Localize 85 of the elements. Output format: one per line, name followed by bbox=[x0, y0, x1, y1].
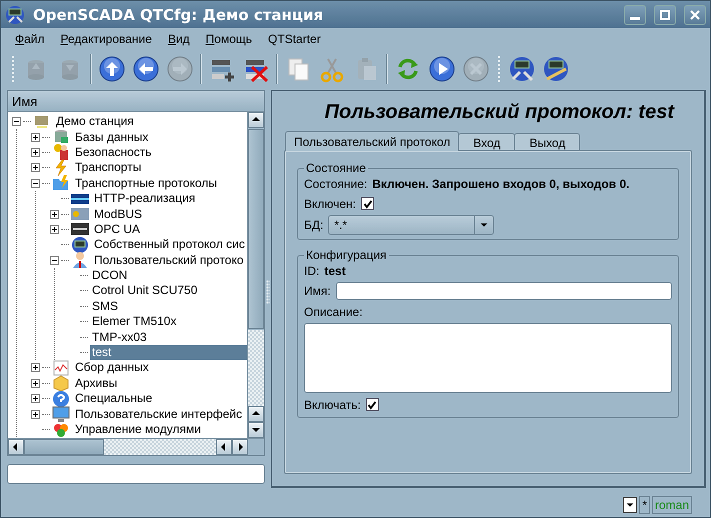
dropdown[interactable]: *.* bbox=[328, 215, 494, 235]
id-value: test bbox=[324, 264, 346, 278]
text-area[interactable] bbox=[304, 323, 672, 393]
tree-item[interactable]: SMS bbox=[90, 298, 247, 314]
expand-icon[interactable] bbox=[31, 363, 40, 372]
expand-icon[interactable] bbox=[50, 224, 59, 234]
checkbox[interactable] bbox=[366, 398, 379, 411]
tree-item[interactable]: Специальные bbox=[73, 391, 247, 406]
page-title: Пользовательский протокол: test bbox=[324, 100, 676, 125]
tree-item[interactable]: ModBUS bbox=[92, 206, 247, 222]
status-value: Включен. Запрошено входов 0, выходов 0. bbox=[372, 176, 630, 190]
input-field[interactable] bbox=[336, 282, 672, 300]
tree-item[interactable]: Elemer TM510x bbox=[90, 314, 247, 330]
collapse-icon[interactable] bbox=[31, 178, 40, 188]
tree-item[interactable]: Безопасность bbox=[73, 144, 247, 160]
collapse-icon[interactable] bbox=[50, 256, 59, 265]
tree-item[interactable]: Архивы bbox=[73, 376, 247, 391]
collapse-icon[interactable] bbox=[12, 117, 21, 126]
monitor-icon bbox=[508, 55, 536, 83]
minimize-icon bbox=[630, 17, 640, 20]
tree-node-icon bbox=[71, 236, 89, 254]
vertical-scrollbar[interactable] bbox=[247, 112, 264, 438]
tree-item[interactable]: Транспорты bbox=[73, 160, 247, 176]
tree-item[interactable]: Cotrol Unit SCU750 bbox=[90, 283, 247, 298]
group-title: Состояние bbox=[305, 161, 367, 175]
maximize-button[interactable] bbox=[654, 4, 676, 24]
field-label: ID: bbox=[304, 264, 320, 278]
play-icon bbox=[428, 55, 456, 83]
field-label: БД: bbox=[304, 218, 324, 232]
monitor-icon bbox=[542, 55, 570, 83]
tree-node-icon bbox=[71, 251, 89, 270]
tree-item[interactable]: OPC UA bbox=[92, 222, 247, 237]
tree-item[interactable]: Транспортные протоколы bbox=[73, 176, 247, 191]
field-label: Включен: bbox=[304, 196, 356, 210]
maximize-icon bbox=[659, 8, 671, 20]
tab[interactable]: Выход bbox=[514, 133, 580, 150]
tree-node-icon bbox=[52, 358, 70, 377]
field-label: Состояние: bbox=[304, 176, 368, 190]
expand-icon[interactable] bbox=[31, 148, 40, 157]
expand-icon[interactable] bbox=[31, 163, 40, 172]
checkbox[interactable] bbox=[361, 197, 374, 210]
modified-indicator: * bbox=[639, 496, 650, 514]
stop-icon bbox=[462, 55, 490, 83]
horizontal-scrollbar[interactable] bbox=[8, 438, 264, 455]
tree-item[interactable]: Собственный протокол сис bbox=[92, 237, 247, 252]
tree-node-icon bbox=[52, 174, 70, 192]
field-label: Имя: bbox=[304, 284, 331, 298]
tree-item[interactable]: Пользовательский протоко bbox=[92, 252, 247, 268]
tree-node-icon bbox=[52, 405, 70, 424]
menu-item[interactable]: Вид bbox=[160, 30, 198, 48]
menu-item[interactable]: Помощь bbox=[198, 30, 260, 48]
tree-node-icon bbox=[52, 143, 70, 162]
tree-item[interactable]: TMP-xx03 bbox=[90, 330, 247, 345]
input-field[interactable] bbox=[7, 464, 265, 484]
expand-icon[interactable] bbox=[31, 410, 40, 419]
app-icon bbox=[5, 4, 25, 24]
field-label: Описание: bbox=[304, 304, 363, 318]
expand-icon[interactable] bbox=[31, 394, 40, 404]
tab[interactable]: Пользовательский протокол bbox=[285, 131, 460, 151]
tree-node-icon bbox=[52, 390, 70, 408]
tree-item[interactable]: test bbox=[90, 345, 247, 360]
tree-item[interactable]: HTTP-реализация bbox=[92, 191, 247, 206]
tree-item[interactable]: Пользовательские интерфейс bbox=[73, 406, 247, 422]
menu-item[interactable]: Редактирование bbox=[52, 30, 160, 48]
menu-item[interactable]: Файл bbox=[7, 30, 53, 48]
tree-item[interactable]: DCON bbox=[90, 268, 247, 284]
close-button[interactable] bbox=[684, 4, 706, 24]
minimize-button[interactable] bbox=[624, 4, 646, 24]
splitter-handle[interactable] bbox=[266, 280, 270, 304]
window-title: OpenSCADA QTCfg: Демо станция bbox=[33, 6, 324, 24]
expand-icon[interactable] bbox=[50, 210, 59, 219]
tree-item[interactable]: Управление модулями bbox=[73, 422, 247, 437]
tree-item[interactable]: Базы данных bbox=[73, 130, 247, 145]
menu-item[interactable]: QTStarter bbox=[260, 30, 329, 48]
expand-icon[interactable] bbox=[31, 378, 40, 388]
tab[interactable]: Вход bbox=[458, 133, 516, 150]
close-icon bbox=[689, 8, 701, 20]
dropdown-button[interactable] bbox=[623, 497, 638, 513]
tree-item[interactable]: Демо станция bbox=[54, 114, 247, 130]
group-title: Конфигурация bbox=[305, 248, 388, 262]
expand-icon[interactable] bbox=[31, 132, 40, 142]
column-header[interactable]: Имя bbox=[8, 91, 264, 112]
tree-node-icon bbox=[52, 374, 70, 392]
field-label: Включать: bbox=[304, 398, 361, 412]
tree-item[interactable]: Сбор данных bbox=[73, 360, 247, 376]
